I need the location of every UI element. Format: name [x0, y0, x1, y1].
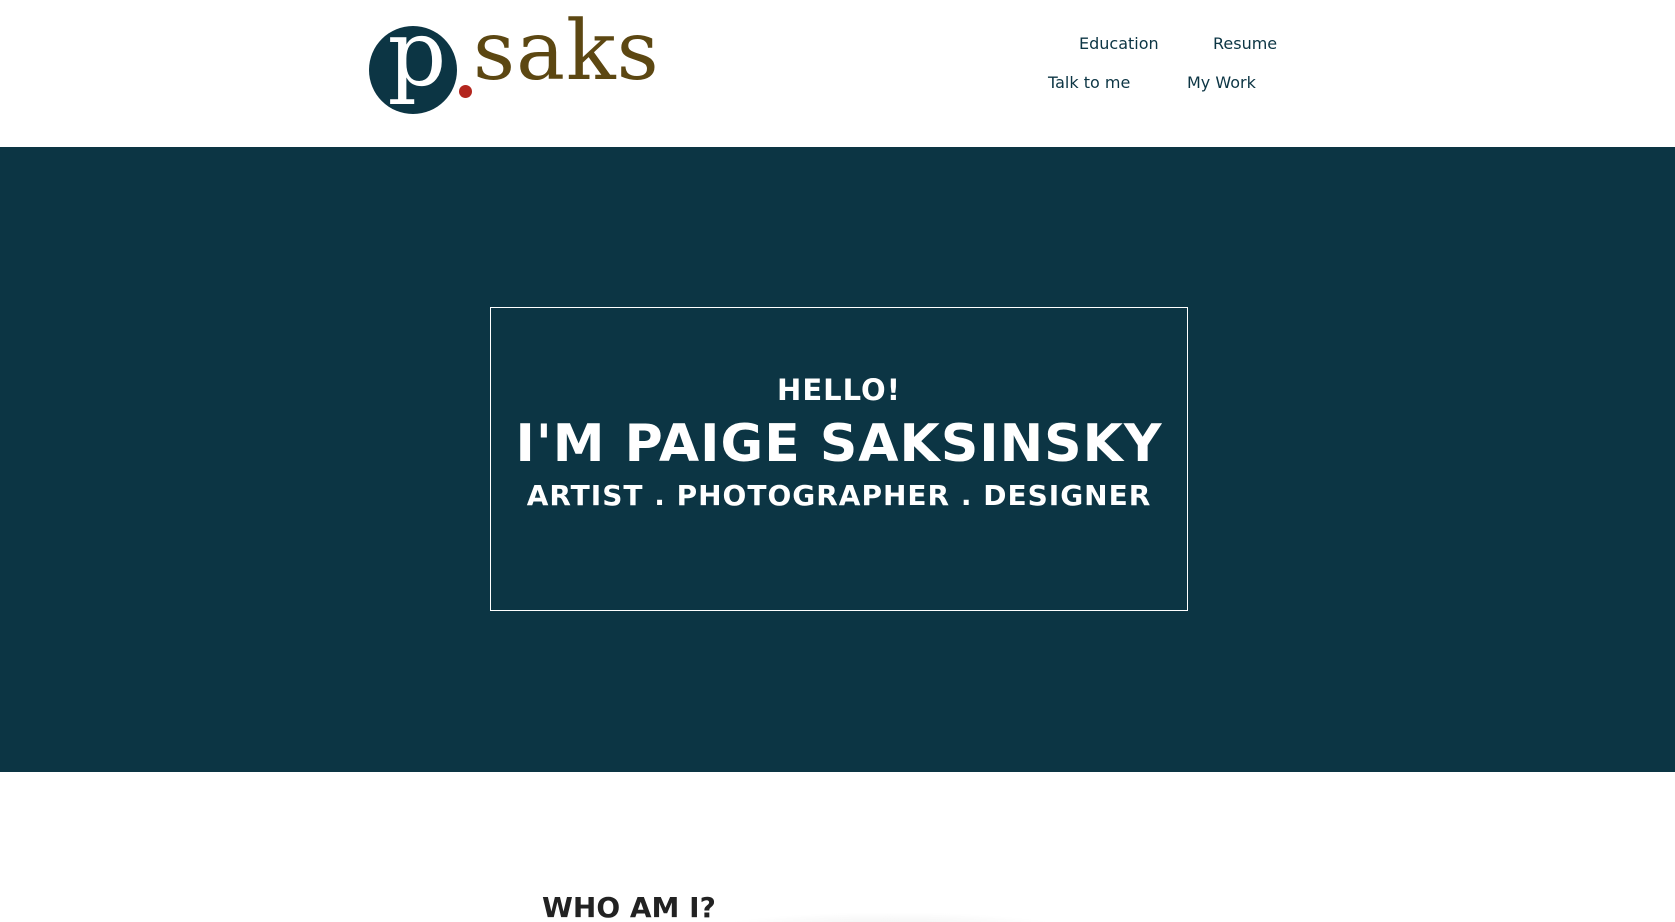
card-shadow	[700, 912, 1080, 922]
hero-frame: HELLO! I'M PAIGE SAKSINSKY ARTIST . PHOT…	[490, 307, 1188, 611]
hero-section: HELLO! I'M PAIGE SAKSINSKY ARTIST . PHOT…	[0, 147, 1675, 772]
about-title: WHO AM I?	[542, 891, 716, 922]
nav-link-my-work[interactable]: My Work	[1187, 73, 1256, 92]
logo-dot-icon	[459, 85, 472, 98]
about-section: WHO AM I?	[0, 772, 1675, 922]
hero-roles: ARTIST . PHOTOGRAPHER . DESIGNER	[526, 479, 1152, 512]
site-header: p saks Education Resume Talk to me My Wo…	[0, 0, 1675, 147]
nav-link-resume[interactable]: Resume	[1213, 34, 1277, 53]
site-logo[interactable]: p saks	[369, 4, 669, 114]
hero-name: I'M PAIGE SAKSINSKY	[515, 414, 1163, 474]
nav-link-education[interactable]: Education	[1079, 34, 1159, 53]
nav-link-talk-to-me[interactable]: Talk to me	[1048, 73, 1130, 92]
hero-greeting: HELLO!	[777, 373, 901, 407]
logo-text: saks	[473, 4, 660, 99]
page: p saks Education Resume Talk to me My Wo…	[0, 0, 1675, 922]
logo-letter: p	[387, 0, 447, 107]
